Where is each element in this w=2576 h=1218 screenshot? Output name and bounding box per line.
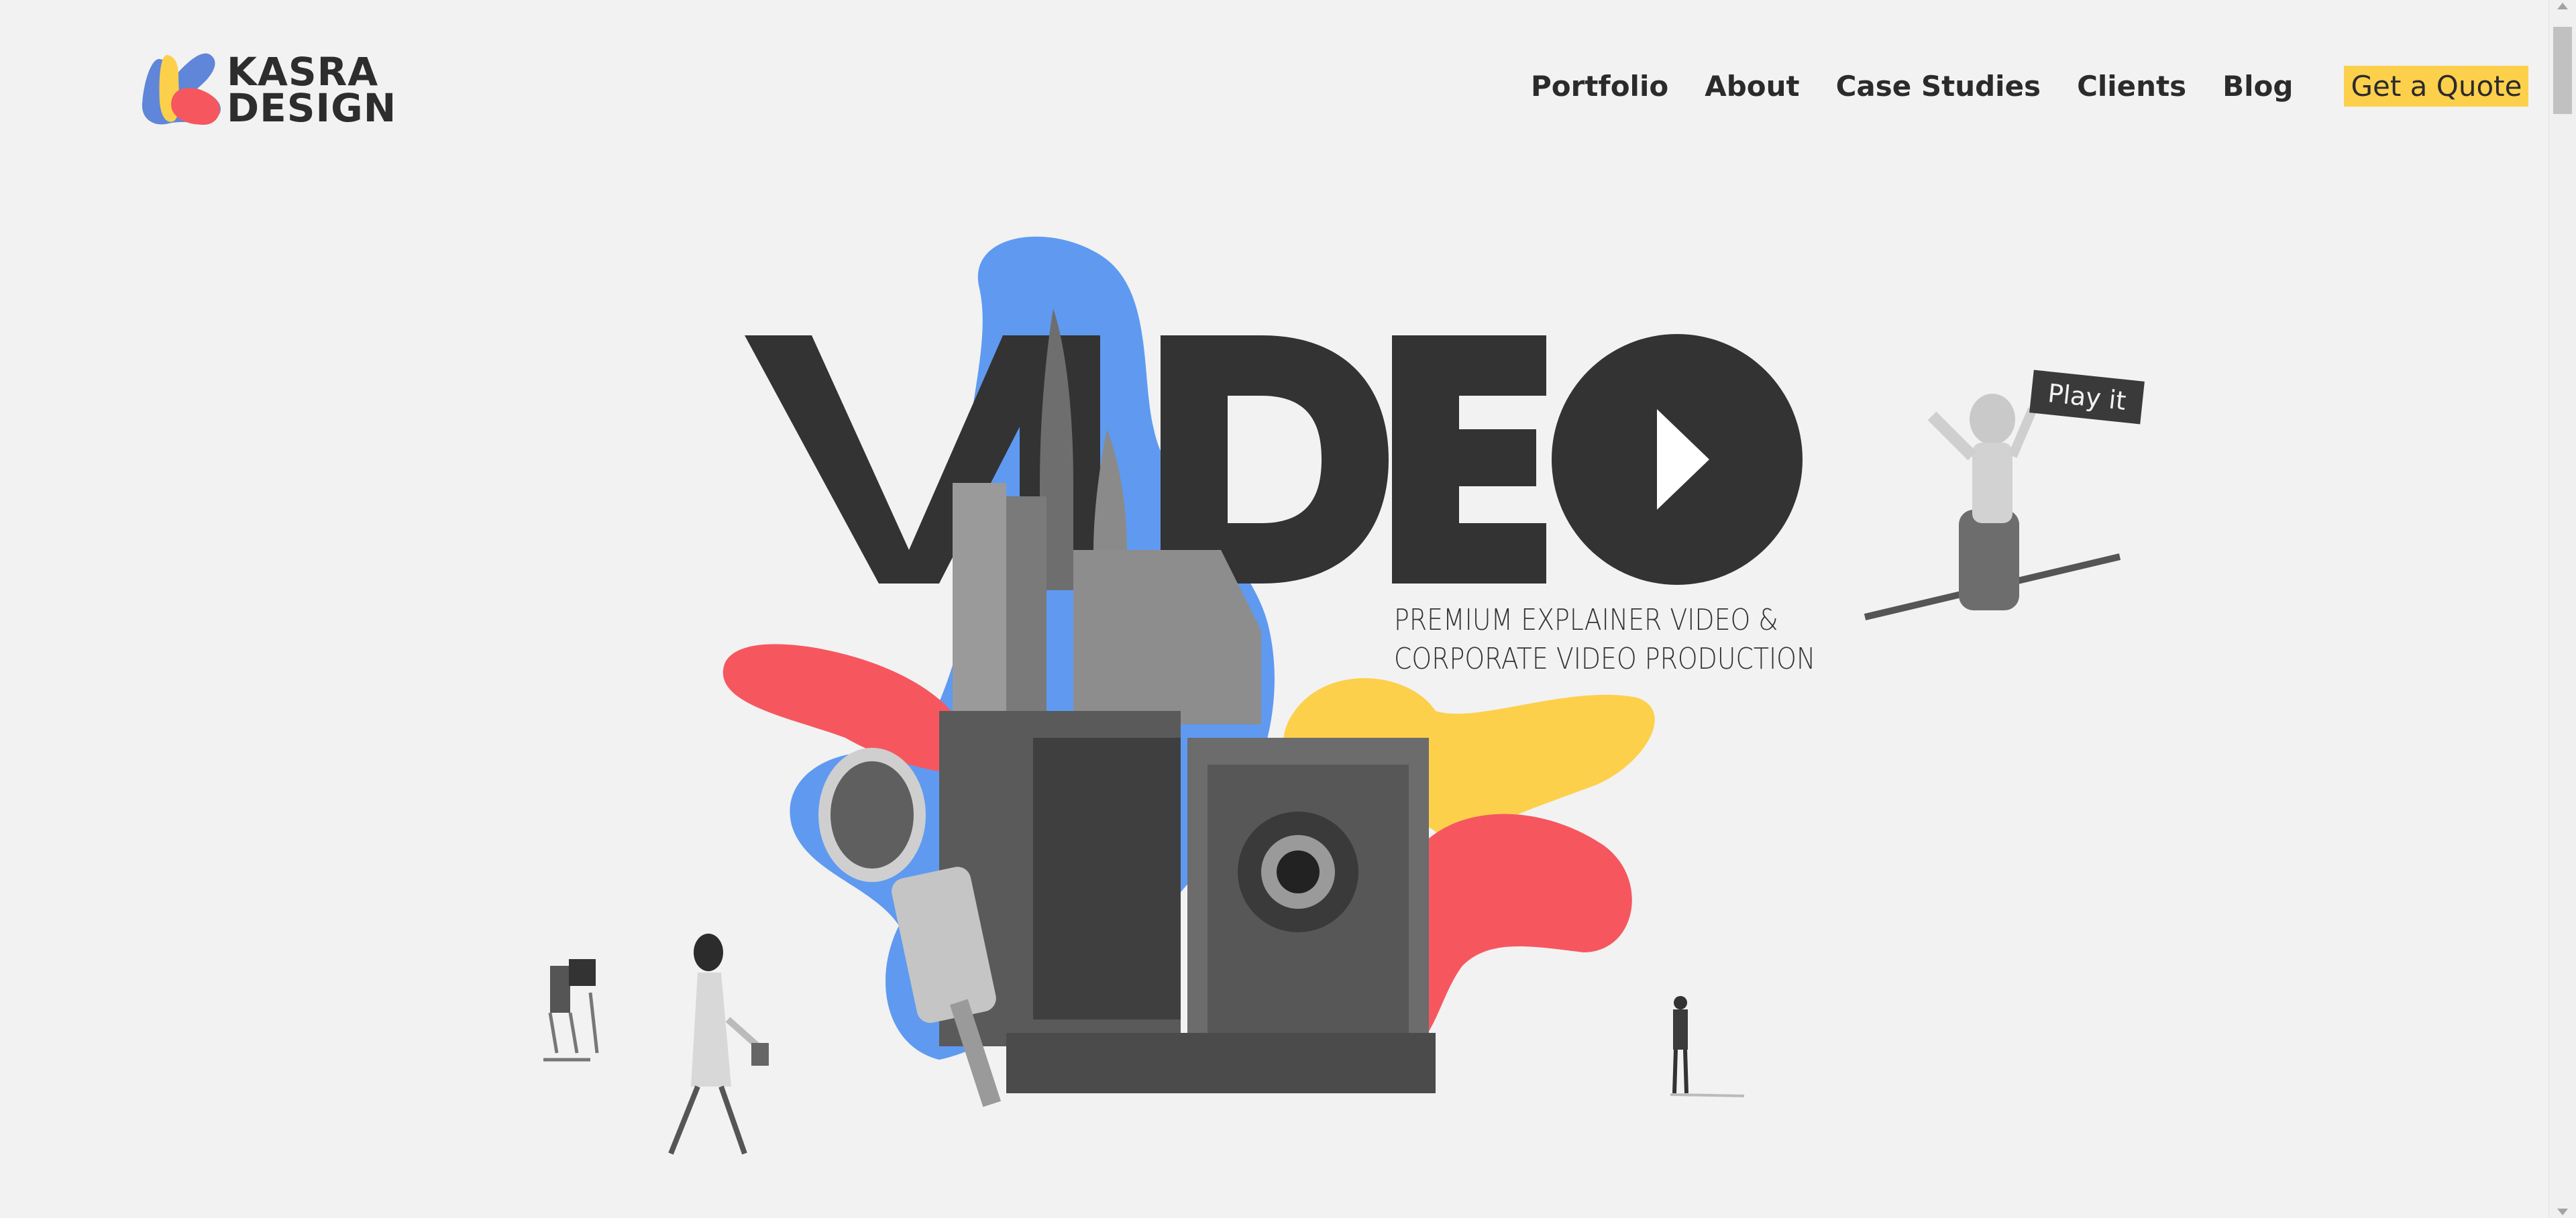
headline-letter-e xyxy=(1392,335,1546,584)
camera-icon xyxy=(939,711,1436,1093)
hero-illustration xyxy=(543,236,2121,1155)
headline-letter-d xyxy=(1161,335,1389,584)
scroll-thumb[interactable] xyxy=(2553,27,2572,114)
page: KASRA DESIGN Portfolio About Case Studie… xyxy=(0,0,2576,1218)
red-blob-right xyxy=(1403,814,1632,1046)
hero-subtitle-line-2: CORPORATE VIDEO PRODUCTION xyxy=(1394,642,1816,676)
hero-subtitle: PREMIUM EXPLAINER VIDEO & CORPORATE VIDE… xyxy=(1394,601,1815,679)
businessman-figure xyxy=(1670,996,1745,1097)
cameraman-figure xyxy=(543,959,599,1062)
scroll-up-arrow-icon[interactable] xyxy=(2557,3,2568,9)
page-scrollbar[interactable] xyxy=(2548,0,2576,1218)
play-button[interactable] xyxy=(1552,334,1803,585)
scroll-down-arrow-icon[interactable] xyxy=(2557,1209,2568,1215)
hero-subtitle-line-1: PREMIUM EXPLAINER VIDEO & xyxy=(1394,603,1778,637)
walking-woman-figure xyxy=(668,934,769,1155)
red-blob-left xyxy=(722,644,974,773)
hero-section: PREMIUM EXPLAINER VIDEO & CORPORATE VIDE… xyxy=(0,0,2549,1218)
